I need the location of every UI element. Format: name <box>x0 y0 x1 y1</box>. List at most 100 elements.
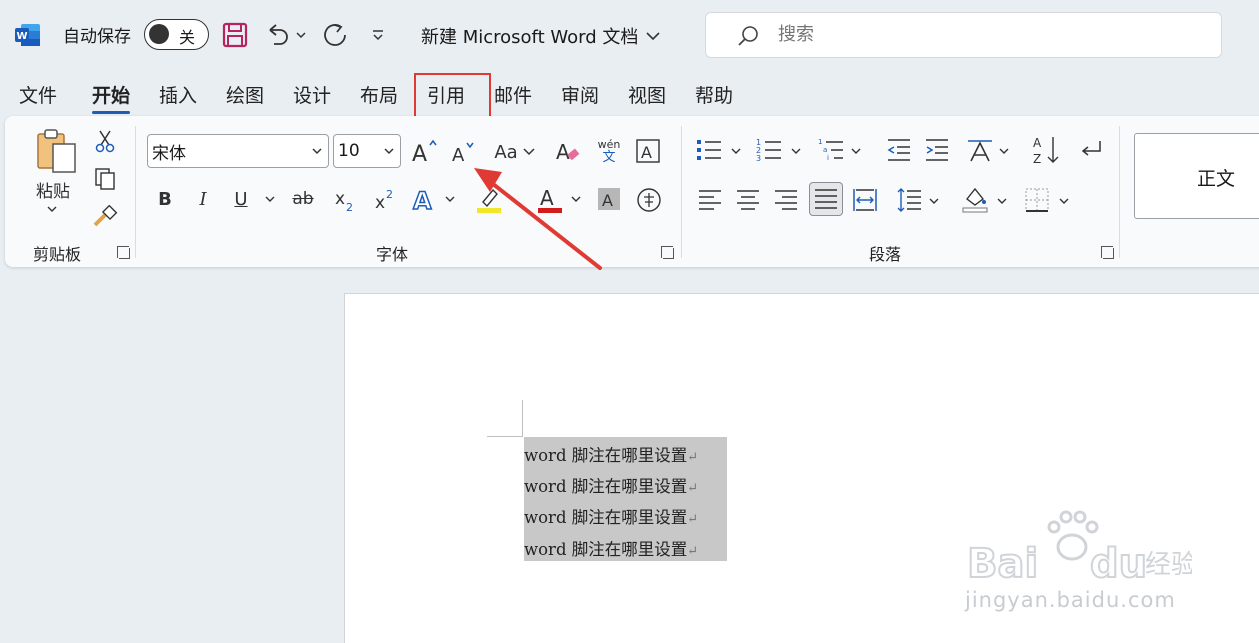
document-line-text: word 脚注在哪里设置 <box>524 446 688 465</box>
paste-label[interactable]: 粘贴 <box>33 178 73 202</box>
paragraph-mark-icon: ↵ <box>687 450 699 465</box>
format-painter-icon[interactable] <box>93 204 119 230</box>
svg-text:W: W <box>16 31 27 42</box>
margin-marker <box>487 436 523 437</box>
underline-icon[interactable]: U <box>231 186 251 212</box>
tab-mailings[interactable]: 邮件 <box>494 81 532 108</box>
borders-dropdown-icon[interactable] <box>1057 194 1071 208</box>
sort-icon[interactable]: AZ <box>1031 134 1061 166</box>
superscript-icon[interactable]: x2 <box>373 186 397 214</box>
paste-dropdown-icon[interactable] <box>45 204 59 214</box>
increase-indent-icon[interactable] <box>923 136 951 164</box>
paste-icon[interactable] <box>33 128 81 174</box>
clipboard-launcher-icon[interactable] <box>117 246 130 259</box>
multilevel-dropdown-icon[interactable] <box>849 144 863 158</box>
italic-icon[interactable]: I <box>193 186 213 212</box>
numbering-dropdown-icon[interactable] <box>789 144 803 158</box>
separator <box>135 126 136 258</box>
svg-text:2: 2 <box>386 188 393 201</box>
shading-dropdown-icon[interactable] <box>995 194 1009 208</box>
document-line[interactable]: word 脚注在哪里设置↵ <box>524 473 698 497</box>
bullets-dropdown-icon[interactable] <box>729 144 743 158</box>
svg-text:Bai: Bai <box>967 541 1038 587</box>
document-title[interactable]: 新建 Microsoft Word 文档 <box>421 23 660 49</box>
bold-icon[interactable]: B <box>155 186 175 212</box>
subscript-icon[interactable]: x2 <box>333 186 357 214</box>
numbering-icon[interactable]: 123 <box>755 136 783 164</box>
document-line[interactable]: word 脚注在哪里设置↵ <box>524 536 698 560</box>
search-box[interactable] <box>705 12 1222 58</box>
title-bar: W 自动保存 关 新建 Microsoft Word 文档 <box>0 0 1259 70</box>
align-right-icon[interactable] <box>773 186 799 214</box>
tab-home[interactable]: 开始 <box>92 81 131 114</box>
document-title-text: 新建 Microsoft Word 文档 <box>421 27 639 48</box>
margin-marker <box>522 400 523 437</box>
search-input[interactable] <box>778 24 1078 45</box>
line-spacing-icon[interactable] <box>895 186 923 214</box>
show-formatting-marks-icon[interactable] <box>1077 136 1105 164</box>
red-arrow-annotation <box>474 168 602 270</box>
tab-help[interactable]: 帮助 <box>695 81 733 108</box>
tab-draw[interactable]: 绘图 <box>226 81 264 108</box>
save-icon[interactable] <box>220 20 250 50</box>
svg-text:经验: 经验 <box>1145 550 1192 580</box>
align-center-icon[interactable] <box>735 186 761 214</box>
svg-text:A: A <box>1033 136 1042 150</box>
toggle-knob <box>149 24 169 44</box>
customize-toolbar-icon[interactable] <box>368 20 388 50</box>
paragraph-mark-icon: ↵ <box>687 512 699 527</box>
paragraph-launcher-icon[interactable] <box>1101 246 1114 259</box>
underline-dropdown-icon[interactable] <box>263 192 277 206</box>
tab-view[interactable]: 视图 <box>628 81 666 108</box>
tab-review[interactable]: 审阅 <box>561 81 599 108</box>
strikethrough-icon[interactable]: ab <box>289 186 317 212</box>
justify-icon[interactable] <box>809 182 843 216</box>
document-line[interactable]: word 脚注在哪里设置↵ <box>524 504 698 528</box>
character-border-icon[interactable]: A <box>635 138 661 164</box>
text-direction-icon[interactable] <box>965 136 995 164</box>
bullets-icon[interactable] <box>695 136 723 164</box>
text-direction-dropdown-icon[interactable] <box>997 144 1011 158</box>
grow-font-icon[interactable]: A <box>409 136 439 166</box>
document-line[interactable]: word 脚注在哪里设置↵ <box>524 442 698 466</box>
svg-text:i: i <box>827 154 829 162</box>
font-launcher-icon[interactable] <box>661 246 674 259</box>
style-normal[interactable]: 正文 <box>1134 133 1259 219</box>
svg-text:3: 3 <box>756 154 761 163</box>
paragraph-mark-icon: ↵ <box>687 481 699 496</box>
multilevel-list-icon[interactable]: 1ai <box>817 136 845 164</box>
ribbon-home: 粘贴 剪贴板 宋体 10 A A Aa A wén 文 A B I U ab x… <box>5 116 1259 267</box>
text-effects-icon[interactable]: A <box>411 184 439 214</box>
font-name-select[interactable]: 宋体 <box>147 134 329 168</box>
tab-design[interactable]: 设计 <box>293 81 331 108</box>
borders-icon[interactable] <box>1023 186 1051 214</box>
chevron-down-icon <box>523 148 535 156</box>
tab-insert[interactable]: 插入 <box>159 81 197 108</box>
font-name-value: 宋体 <box>152 143 186 164</box>
enclose-characters-icon[interactable] <box>635 186 663 214</box>
tab-layout[interactable]: 布局 <box>360 81 398 108</box>
undo-dropdown-icon[interactable] <box>294 20 308 50</box>
svg-text:2: 2 <box>346 201 353 214</box>
align-left-icon[interactable] <box>697 186 723 214</box>
search-icon <box>738 26 758 46</box>
font-size-select[interactable]: 10 <box>333 134 401 168</box>
decrease-indent-icon[interactable] <box>885 136 913 164</box>
tab-file[interactable]: 文件 <box>19 81 57 108</box>
document-line-text: word 脚注在哪里设置 <box>524 508 688 527</box>
text-effects-dropdown-icon[interactable] <box>443 192 457 206</box>
word-logo-icon[interactable]: W <box>15 23 41 47</box>
separator <box>1119 126 1120 258</box>
copy-icon[interactable] <box>93 166 117 192</box>
autosave-toggle[interactable]: 关 <box>144 19 209 50</box>
svg-text:A: A <box>641 143 652 162</box>
separator <box>681 126 682 258</box>
document-line-text: word 脚注在哪里设置 <box>524 540 688 559</box>
cut-icon[interactable] <box>93 128 117 154</box>
svg-text:A: A <box>413 187 432 214</box>
line-spacing-dropdown-icon[interactable] <box>927 194 941 208</box>
redo-icon[interactable] <box>318 20 352 50</box>
shading-icon[interactable] <box>961 184 989 214</box>
undo-icon[interactable] <box>263 20 293 50</box>
distributed-icon[interactable] <box>851 186 879 214</box>
